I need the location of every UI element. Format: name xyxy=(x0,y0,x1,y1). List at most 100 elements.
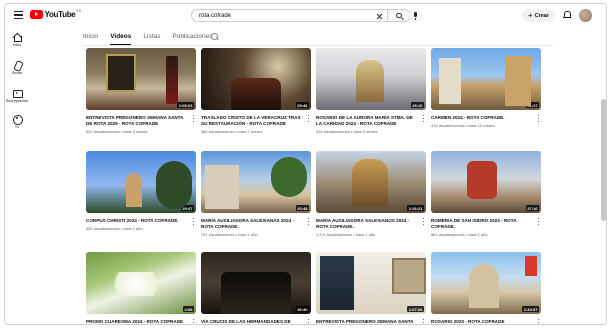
notifications-bell-icon[interactable] xyxy=(563,11,571,18)
subscriptions-icon xyxy=(13,89,23,98)
video-card[interactable]: 36:40 VÍA CRUCIS DE LAS HERMANDADES DE xyxy=(201,252,311,324)
more-options-icon[interactable] xyxy=(538,115,540,122)
video-duration: 25:46 xyxy=(295,102,309,108)
video-card[interactable]: 1:07:06 ENTREVISTA PREGONERO SEMANA SANT… xyxy=(316,252,426,324)
video-thumbnail[interactable]: 28:10 xyxy=(316,48,426,110)
channel-search-icon[interactable] xyxy=(211,33,218,40)
create-button[interactable]: + Crear xyxy=(522,9,555,22)
video-duration: 20:48 xyxy=(295,205,309,211)
more-options-icon[interactable] xyxy=(423,115,425,122)
video-duration: 1:34:57 xyxy=(522,306,539,312)
hamburger-menu-icon[interactable] xyxy=(14,11,23,19)
video-card[interactable]: 1:26:21 MARÍA AUXILIADORA SALESIANOS 202… xyxy=(316,151,426,237)
sidebar-item-label: Shorts xyxy=(11,71,23,75)
video-age: hace 1 año xyxy=(123,226,143,232)
video-duration: 36:40 xyxy=(295,306,309,312)
video-card[interactable]: 1:34:57 ROSARIO 2023 - ROTA COFRADE xyxy=(431,252,541,324)
video-title[interactable]: CORPUS CHRISTI 2024 - ROTA COFRADE. xyxy=(86,218,186,224)
video-title[interactable]: TRASLADO CRISTO DE LA VERACRUZ TRAS SU R… xyxy=(201,115,301,127)
video-duration: 4:08 xyxy=(182,306,194,312)
more-options-icon[interactable] xyxy=(423,319,425,324)
video-title[interactable]: MARÍA AUXILIADORA SALESIANAS 2024 - ROTA… xyxy=(201,218,301,230)
video-thumbnail[interactable]: 25:46 xyxy=(201,48,311,110)
video-duration: 29:47 xyxy=(180,205,194,211)
more-options-icon[interactable] xyxy=(423,218,425,225)
tab-home[interactable]: Inicio xyxy=(83,28,98,45)
clear-search-icon[interactable] xyxy=(376,13,382,19)
more-options-icon[interactable] xyxy=(193,115,195,122)
sidebar-item-label: Tú xyxy=(14,125,20,129)
video-thumbnail[interactable]: 1:34:57 xyxy=(431,252,541,314)
video-age: hace 7 meses xyxy=(238,129,263,135)
tab-posts[interactable]: Publicaciones xyxy=(172,28,212,45)
channel-tabs: Inicio Videos Listas Publicaciones xyxy=(83,28,224,45)
video-thumbnail[interactable]: 1:26:21 xyxy=(316,151,426,213)
more-options-icon[interactable] xyxy=(193,218,195,225)
video-card[interactable]: 4:08 PROMO CUARESMA 2024 - ROTA COFRADE xyxy=(86,252,196,324)
video-card[interactable]: 25:46 TRASLADO CRISTO DE LA VERACRUZ TRA… xyxy=(201,48,311,134)
more-options-icon[interactable] xyxy=(538,218,540,225)
youtube-logo[interactable]: YouTube ES xyxy=(30,8,82,19)
video-card[interactable]: 28:10 ROSARIO DE LA AURORA MARÍA STMA. D… xyxy=(316,48,426,134)
account-avatar[interactable] xyxy=(579,9,592,22)
youtube-play-icon xyxy=(30,10,43,19)
video-thumbnail[interactable]: 20:48 xyxy=(201,151,311,213)
more-options-icon[interactable] xyxy=(538,319,540,324)
tab-videos[interactable]: Videos xyxy=(110,28,132,45)
video-title[interactable]: ROSARIO DE LA AURORA MARÍA STMA. DE LA C… xyxy=(316,115,416,127)
video-age: hace 1 año xyxy=(355,232,376,238)
voice-search-mic-icon[interactable] xyxy=(409,9,422,22)
video-title[interactable]: ROMERÍA DE SAN ISIDRO 2024 - ROTA COFRAD… xyxy=(431,218,531,230)
more-options-icon[interactable] xyxy=(308,218,310,225)
video-thumbnail[interactable]: 1:05:23 xyxy=(86,48,196,110)
more-options-icon[interactable] xyxy=(308,319,310,324)
logo-text: YouTube xyxy=(44,10,76,19)
sidebar-item-you[interactable]: Tú xyxy=(5,115,29,129)
plus-icon: + xyxy=(527,10,533,20)
video-thumbnail[interactable]: 51:17 xyxy=(431,48,541,110)
video-age: hace 1 año xyxy=(238,232,258,238)
video-thumbnail[interactable]: 1:07:06 xyxy=(316,252,426,314)
video-views: 861 visualizaciones xyxy=(431,232,465,238)
more-options-icon[interactable] xyxy=(193,319,195,324)
top-bar: YouTube ES + Crear xyxy=(5,4,606,27)
video-title[interactable]: VÍA CRUCIS DE LAS HERMANDADES DE xyxy=(201,319,301,324)
video-title[interactable]: ENTREVISTA PREGONERO SEMANA SANTA xyxy=(316,319,416,324)
video-meta: 1,3 K visualizaciones • hace 1 año xyxy=(316,232,376,238)
video-title[interactable]: MARÍA AUXILIADORA SALESIANOS 2024 - ROTA… xyxy=(316,218,416,230)
video-meta: 366 visualizaciones • hace 7 meses xyxy=(201,129,263,135)
video-title[interactable]: ENTREVISTA PREGONERO SEMANA SANTA DE ROT… xyxy=(86,115,186,127)
video-thumbnail[interactable]: 36:40 xyxy=(201,252,311,314)
video-thumbnail[interactable]: 29:47 xyxy=(86,151,196,213)
video-duration: 28:10 xyxy=(410,102,424,108)
sidebar-item-home[interactable]: Inicio xyxy=(5,33,29,47)
more-options-icon[interactable] xyxy=(308,115,310,122)
video-thumbnail[interactable]: 37:16 xyxy=(431,151,541,213)
video-card[interactable]: 1:05:23 ENTREVISTA PREGONERO SEMANA SANT… xyxy=(86,48,196,134)
video-thumbnail[interactable]: 4:08 xyxy=(86,252,196,314)
search-input[interactable] xyxy=(199,12,359,19)
video-age: hace 1 año xyxy=(468,232,488,238)
video-meta: 701 visualizaciones • hace 1 año xyxy=(201,232,258,238)
logo-country-code: ES xyxy=(76,8,82,13)
video-title[interactable]: ROSARIO 2023 - ROTA COFRADE xyxy=(431,319,531,324)
search-button[interactable] xyxy=(387,9,411,22)
sidebar-item-label: Inicio xyxy=(12,43,22,47)
sidebar-item-shorts[interactable]: Shorts xyxy=(5,61,29,75)
video-views: 366 visualizaciones xyxy=(201,129,235,135)
video-title[interactable]: CARMEN 2024 - ROTA COFRADE. xyxy=(431,115,531,121)
page-scrollbar[interactable] xyxy=(601,99,606,221)
video-views: 419 visualizaciones xyxy=(431,123,465,129)
video-meta: 861 visualizaciones • hace 1 año xyxy=(431,232,488,238)
video-meta: 450 visualizaciones • hace 1 año xyxy=(86,226,143,232)
video-views: 318 visualizaciones xyxy=(316,129,350,135)
video-duration: 37:16 xyxy=(525,205,539,211)
video-card[interactable]: 51:17 CARMEN 2024 - ROTA COFRADE. 419 vi… xyxy=(431,48,541,128)
sidebar-item-subscriptions[interactable]: Suscripciones xyxy=(5,89,29,103)
tab-playlists[interactable]: Listas xyxy=(143,28,160,45)
video-card[interactable]: 29:47 CORPUS CHRISTI 2024 - ROTA COFRADE… xyxy=(86,151,196,231)
video-title[interactable]: PROMO CUARESMA 2024 - ROTA COFRADE xyxy=(86,319,186,324)
video-card[interactable]: 37:16 ROMERÍA DE SAN ISIDRO 2024 - ROTA … xyxy=(431,151,541,237)
video-card[interactable]: 20:48 MARÍA AUXILIADORA SALESIANAS 2024 … xyxy=(201,151,311,237)
video-views: 1,3 K visualizaciones xyxy=(316,232,353,238)
